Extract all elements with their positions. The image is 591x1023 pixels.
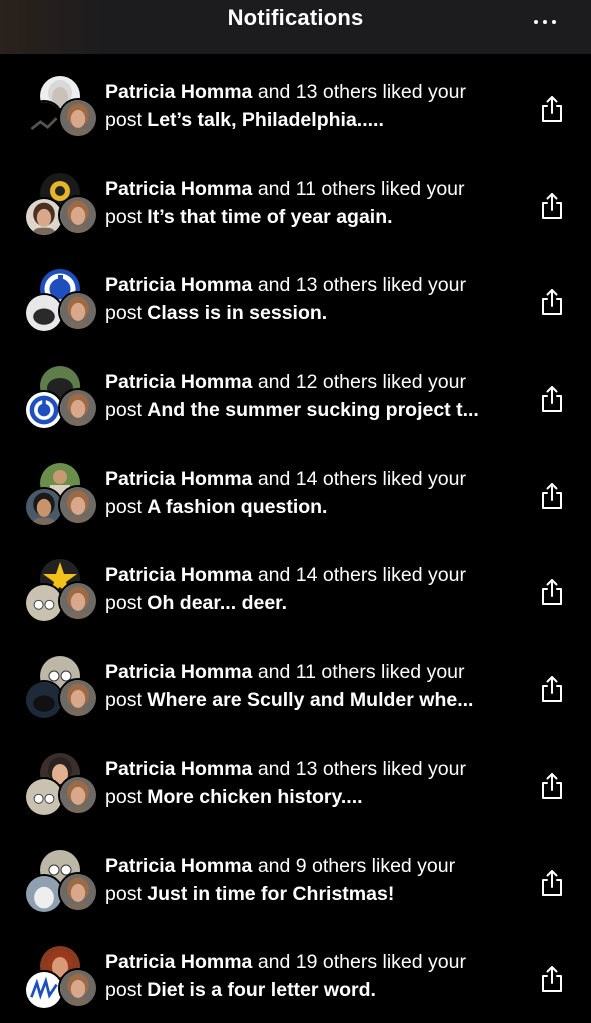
post-title[interactable]: Where are Scully and Mulder whe...: [147, 689, 473, 711]
post-title[interactable]: Diet is a four letter word.: [147, 979, 376, 1001]
avatar-group[interactable]: [24, 656, 98, 724]
post-title[interactable]: It’s that time of year again.: [147, 206, 392, 228]
avatar-patricia-homma: [58, 388, 98, 429]
actor-name[interactable]: Patricia Homma: [105, 758, 252, 780]
avatar-patricia-homma: [58, 678, 98, 719]
actor-name[interactable]: Patricia Homma: [105, 468, 252, 490]
notification-item[interactable]: Patricia Homma and 13 others liked your …: [0, 54, 591, 151]
notification-text: Patricia Homma and 14 others liked your …: [105, 561, 525, 617]
actor-name[interactable]: Patricia Homma: [105, 178, 252, 200]
ellipsis-dot: [552, 20, 556, 24]
notification-item[interactable]: Patricia Homma and 11 others liked your …: [0, 151, 591, 248]
actor-name[interactable]: Patricia Homma: [105, 81, 252, 103]
notification-list: Patricia Homma and 13 others liked your …: [0, 54, 591, 1021]
notification-action: and 9 others liked your: [252, 854, 456, 877]
share-icon[interactable]: [539, 674, 565, 704]
share-icon[interactable]: [539, 287, 565, 317]
avatar-patricia-homma: [58, 484, 98, 525]
notification-item[interactable]: Patricia Homma and 14 others liked your …: [0, 537, 591, 634]
post-prefix: post: [105, 109, 148, 131]
notification-action: and 13 others liked your: [252, 81, 466, 103]
notification-action: and 12 others liked your: [252, 371, 466, 394]
share-icon[interactable]: [539, 481, 565, 511]
notification-text: Patricia Homma and 9 others liked your p…: [105, 852, 525, 908]
avatar-patricia-homma: [58, 98, 98, 138]
avatar-patricia-homma: [58, 291, 98, 332]
notification-item[interactable]: Patricia Homma and 13 others liked your …: [0, 247, 591, 344]
post-prefix: post: [105, 399, 148, 422]
avatar-group[interactable]: [24, 76, 98, 144]
notification-action: and 19 others liked your: [252, 951, 466, 974]
post-title[interactable]: Class is in session.: [147, 302, 327, 324]
notification-text: Patricia Homma and 13 others liked your …: [105, 271, 525, 327]
actor-name[interactable]: Patricia Homma: [105, 564, 252, 586]
actor-name[interactable]: Patricia Homma: [105, 661, 252, 683]
notification-text: Patricia Homma and 12 others liked your …: [105, 368, 525, 424]
share-icon[interactable]: [539, 964, 565, 994]
post-prefix: post: [105, 302, 148, 325]
notification-text: Patricia Homma and 14 others liked your …: [105, 465, 525, 521]
avatar-group[interactable]: [24, 559, 98, 627]
share-icon[interactable]: [539, 771, 565, 801]
share-icon[interactable]: [539, 577, 565, 607]
avatar-patricia-homma: [58, 194, 98, 235]
notification-text: Patricia Homma and 13 others liked your …: [105, 755, 525, 811]
avatar-group[interactable]: [24, 752, 98, 821]
post-title[interactable]: More chicken history....: [147, 786, 362, 808]
share-icon[interactable]: [539, 191, 565, 221]
notification-item[interactable]: Patricia Homma and 19 others liked your …: [0, 924, 591, 1021]
actor-name[interactable]: Patricia Homma: [105, 951, 252, 973]
share-icon[interactable]: [539, 868, 565, 898]
avatar-group[interactable]: [24, 269, 98, 337]
ellipsis-dot: [543, 20, 547, 24]
more-options-button[interactable]: [529, 10, 561, 34]
avatar-group[interactable]: [24, 946, 98, 1014]
post-title[interactable]: A fashion question.: [147, 496, 327, 518]
avatar-patricia-homma: [58, 774, 98, 815]
avatar-patricia-homma: [58, 581, 98, 622]
avatar-patricia-homma: [58, 871, 98, 912]
notification-action: and 13 others liked your: [252, 757, 466, 780]
actor-name[interactable]: Patricia Homma: [105, 371, 252, 393]
page-title: Notifications: [227, 5, 364, 30]
avatar-group[interactable]: [24, 172, 98, 241]
post-title[interactable]: Just in time for Christmas!: [147, 883, 394, 905]
post-prefix: post: [105, 979, 148, 1002]
post-prefix: post: [105, 785, 148, 808]
notification-action: and 11 others liked your: [252, 177, 465, 200]
notification-item[interactable]: Patricia Homma and 13 others liked your …: [0, 731, 591, 828]
post-title[interactable]: Let’s talk, Philadelphia.....: [147, 109, 384, 131]
notification-action: and 11 others liked your: [252, 661, 465, 684]
avatar-group[interactable]: [24, 366, 98, 434]
top-bar: Notifications: [0, 0, 591, 54]
post-prefix: post: [105, 495, 148, 518]
notification-action: and 13 others liked your: [252, 274, 466, 297]
notification-item[interactable]: Patricia Homma and 11 others liked your …: [0, 634, 591, 731]
post-prefix: post: [105, 882, 148, 905]
actor-name[interactable]: Patricia Homma: [105, 274, 252, 296]
notification-text: Patricia Homma and 13 others liked your …: [105, 78, 525, 134]
post-title[interactable]: And the summer sucking project t...: [147, 399, 479, 421]
notification-text: Patricia Homma and 11 others liked your …: [105, 175, 525, 231]
share-icon[interactable]: [539, 384, 565, 414]
share-icon[interactable]: [539, 94, 565, 124]
notification-item[interactable]: Patricia Homma and 12 others liked your …: [0, 344, 591, 441]
post-prefix: post: [105, 205, 148, 228]
notification-item[interactable]: Patricia Homma and 14 others liked your …: [0, 441, 591, 538]
notification-item[interactable]: Patricia Homma and 9 others liked your p…: [0, 828, 591, 925]
post-prefix: post: [105, 592, 148, 615]
post-title[interactable]: Oh dear... deer.: [147, 592, 287, 614]
avatar-group[interactable]: [24, 462, 98, 531]
notification-text: Patricia Homma and 11 others liked your …: [105, 658, 525, 714]
avatar-group[interactable]: [24, 849, 98, 918]
notification-action: and 14 others liked your: [252, 564, 466, 587]
avatar-patricia-homma: [58, 968, 98, 1009]
post-prefix: post: [105, 689, 148, 712]
notification-action: and 14 others liked your: [252, 467, 466, 490]
notification-text: Patricia Homma and 19 others liked your …: [105, 948, 525, 1004]
ellipsis-icon: [534, 20, 538, 24]
actor-name[interactable]: Patricia Homma: [105, 855, 252, 877]
